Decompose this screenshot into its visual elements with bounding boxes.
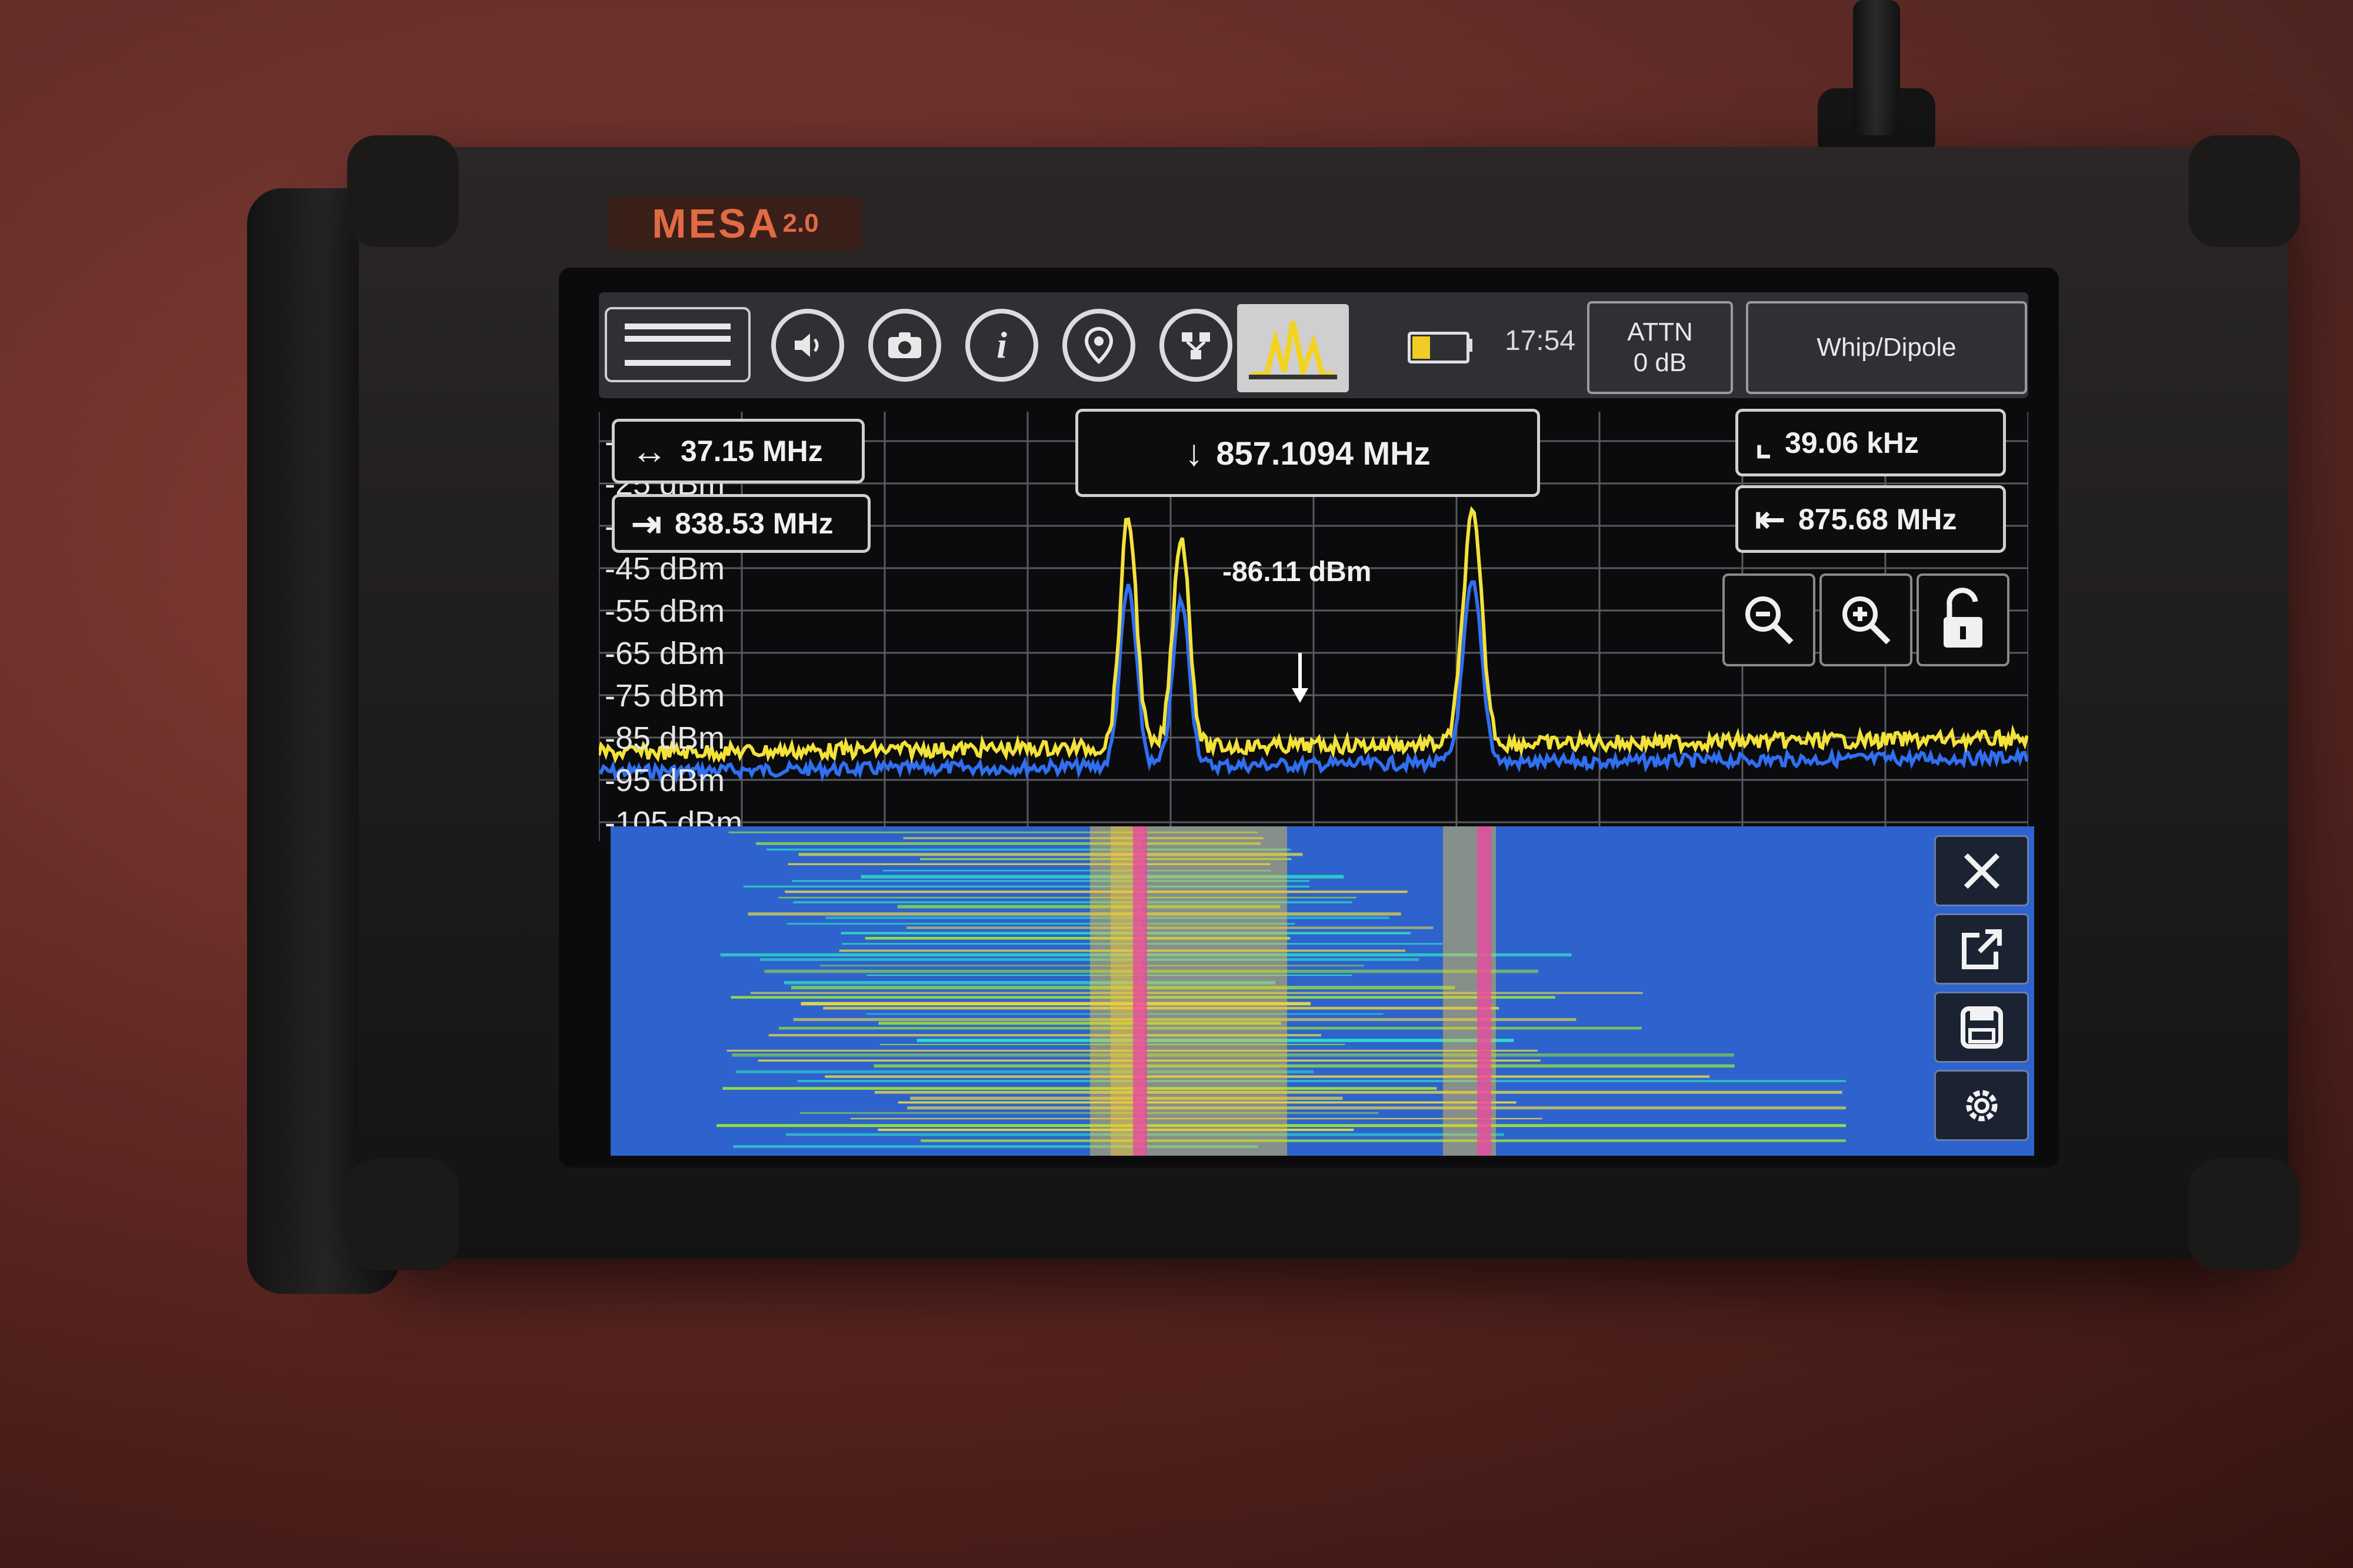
y-axis-label: -45 dBm — [605, 551, 725, 586]
down-arrow-icon: ↓ — [1185, 432, 1204, 473]
y-axis-label: -65 dBm — [605, 636, 725, 671]
close-icon — [1964, 853, 1999, 889]
menu-button[interactable] — [605, 307, 751, 382]
info-icon: i — [965, 309, 1038, 382]
settings-button[interactable] — [1934, 1070, 2029, 1141]
toolbar: i 17:54 ATTN 0 dB Whip/Dipole — [599, 292, 2028, 398]
menu-icon — [625, 323, 731, 366]
start-freq-button[interactable]: ⇥ 838.53 MHz — [612, 494, 871, 553]
bumper-corner — [347, 1159, 459, 1270]
location-button[interactable] — [1061, 298, 1137, 392]
y-axis-label: -75 dBm — [605, 678, 725, 713]
close-waterfall-button[interactable] — [1934, 835, 2029, 906]
unlock-icon — [1944, 588, 1982, 648]
y-axis-label: -95 dBm — [605, 763, 725, 798]
camera-icon — [868, 309, 941, 382]
waterfall-canvas — [716, 826, 1846, 1156]
popout-icon — [1961, 929, 2002, 969]
center-marker-freq-button[interactable]: ↓ 857.1094 MHz — [1075, 409, 1540, 497]
zoom-out-icon — [1745, 596, 1794, 645]
bumper-corner — [2188, 135, 2300, 247]
network-button[interactable] — [1158, 298, 1234, 392]
antenna — [1853, 0, 1900, 135]
waterfall-carrier — [1477, 826, 1491, 1156]
clock: 17:54 — [1505, 325, 1576, 356]
spectrum-plot[interactable]: -15 dBm-25 dBm-35 dBm-45 dBm-55 dBm-65 d… — [599, 409, 2028, 841]
rbw-button[interactable]: ⌞ 39.06 kHz — [1735, 409, 2006, 476]
waterfall-display[interactable] — [611, 826, 2034, 1156]
network-icon — [1159, 309, 1232, 382]
bumper-corner — [347, 135, 459, 247]
save-icon — [1960, 1006, 2003, 1049]
battery-level-fill — [1412, 336, 1430, 359]
info-button[interactable]: i — [964, 298, 1040, 392]
bumper-corner — [2188, 1159, 2300, 1270]
rbw-value: 39.06 kHz — [1785, 426, 1919, 459]
attenuation-label: ATTN — [1627, 318, 1693, 346]
spectrum-icon — [1249, 321, 1337, 381]
start-freq-value: 838.53 MHz — [674, 507, 834, 540]
stop-freq-value: 875.68 MHz — [1798, 502, 1957, 536]
waterfall-carrier — [1133, 826, 1147, 1156]
attenuation-value: 0 dB — [1633, 348, 1687, 377]
brand-name: MESA — [652, 201, 781, 246]
audio-button[interactable] — [769, 298, 846, 392]
antenna-select-button[interactable]: Whip/Dipole — [1746, 301, 2027, 394]
rbw-bracket-icon: ⌞ — [1755, 423, 1772, 463]
stop-arrow-icon: ⇤ — [1755, 499, 1785, 540]
location-pin-icon — [1062, 309, 1135, 382]
lock-button[interactable] — [1917, 573, 2009, 666]
brand-logo: MESA 2.0 — [609, 197, 862, 250]
y-axis-label: -55 dBm — [605, 593, 725, 629]
speaker-icon — [771, 309, 844, 382]
span-value: 37.15 MHz — [681, 435, 823, 468]
span-readout-button[interactable]: ↔ 37.15 MHz — [612, 419, 865, 483]
camera-button[interactable] — [866, 298, 943, 392]
span-arrows-icon: ↔ — [631, 431, 668, 472]
marker-freq-value: 857.1094 MHz — [1216, 434, 1431, 472]
stop-freq-button[interactable]: ⇤ 875.68 MHz — [1735, 485, 2006, 553]
attenuation-button[interactable]: ATTN 0 dB — [1587, 301, 1733, 394]
y-axis-label: -85 dBm — [605, 720, 725, 756]
start-arrow-icon: ⇥ — [631, 503, 662, 545]
save-button[interactable] — [1934, 992, 2029, 1063]
battery-tip — [1467, 339, 1472, 352]
brand-version: 2.0 — [782, 209, 819, 238]
zoom-in-button[interactable] — [1819, 573, 1912, 666]
gear-icon — [1966, 1090, 1997, 1121]
battery-indicator — [1408, 332, 1469, 363]
spectrum-mode-tab[interactable] — [1237, 304, 1349, 392]
popout-button[interactable] — [1934, 913, 2029, 985]
marker-level-readout: -86.11 dBm — [1222, 556, 1372, 588]
zoom-out-button[interactable] — [1722, 573, 1815, 666]
screen: i 17:54 ATTN 0 dB Whip/Dipole -25 dBm -4… — [559, 268, 2059, 1167]
zoom-in-icon — [1842, 596, 1891, 645]
